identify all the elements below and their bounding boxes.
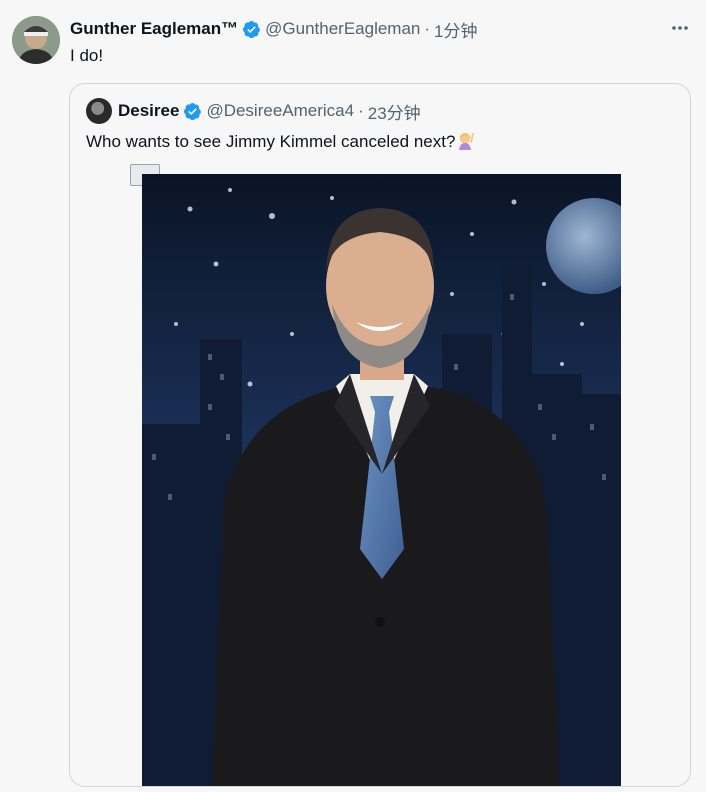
- quote-text: Who wants to see Jimmy Kimmel canceled n…: [86, 130, 476, 154]
- separator-dot: ·: [358, 101, 364, 120]
- raising-hand-emoji-icon: [459, 133, 475, 150]
- quote-tweet[interactable]: Desiree @DesireeAmerica4 · 23分钟 Who want…: [69, 83, 691, 787]
- quote-author-handle[interactable]: @DesireeAmerica4: [206, 101, 354, 121]
- timestamp[interactable]: 1分钟: [434, 17, 477, 42]
- more-icon[interactable]: [670, 18, 690, 42]
- verified-badge-icon: [184, 102, 202, 120]
- author-handle[interactable]: @GuntherEagleman: [265, 19, 420, 39]
- tweet-header: Gunther Eagleman™ @GuntherEagleman · 1分钟: [70, 17, 478, 41]
- verified-badge-icon: [243, 20, 261, 38]
- tweet-text: I do!: [70, 46, 104, 65]
- quote-header: Desiree @DesireeAmerica4 · 23分钟: [118, 99, 421, 123]
- quote-text-content: Who wants to see Jimmy Kimmel canceled n…: [86, 132, 456, 151]
- tweet[interactable]: Gunther Eagleman™ @GuntherEagleman · 1分钟…: [0, 0, 706, 792]
- quote-photo[interactable]: [142, 174, 621, 786]
- author-name[interactable]: Gunther Eagleman™: [70, 19, 238, 39]
- author-avatar[interactable]: [12, 16, 60, 64]
- quote-timestamp[interactable]: 23分钟: [368, 99, 421, 124]
- separator-dot: ·: [424, 19, 431, 38]
- quote-author-name[interactable]: Desiree: [118, 101, 179, 121]
- quote-author-avatar[interactable]: [86, 98, 112, 124]
